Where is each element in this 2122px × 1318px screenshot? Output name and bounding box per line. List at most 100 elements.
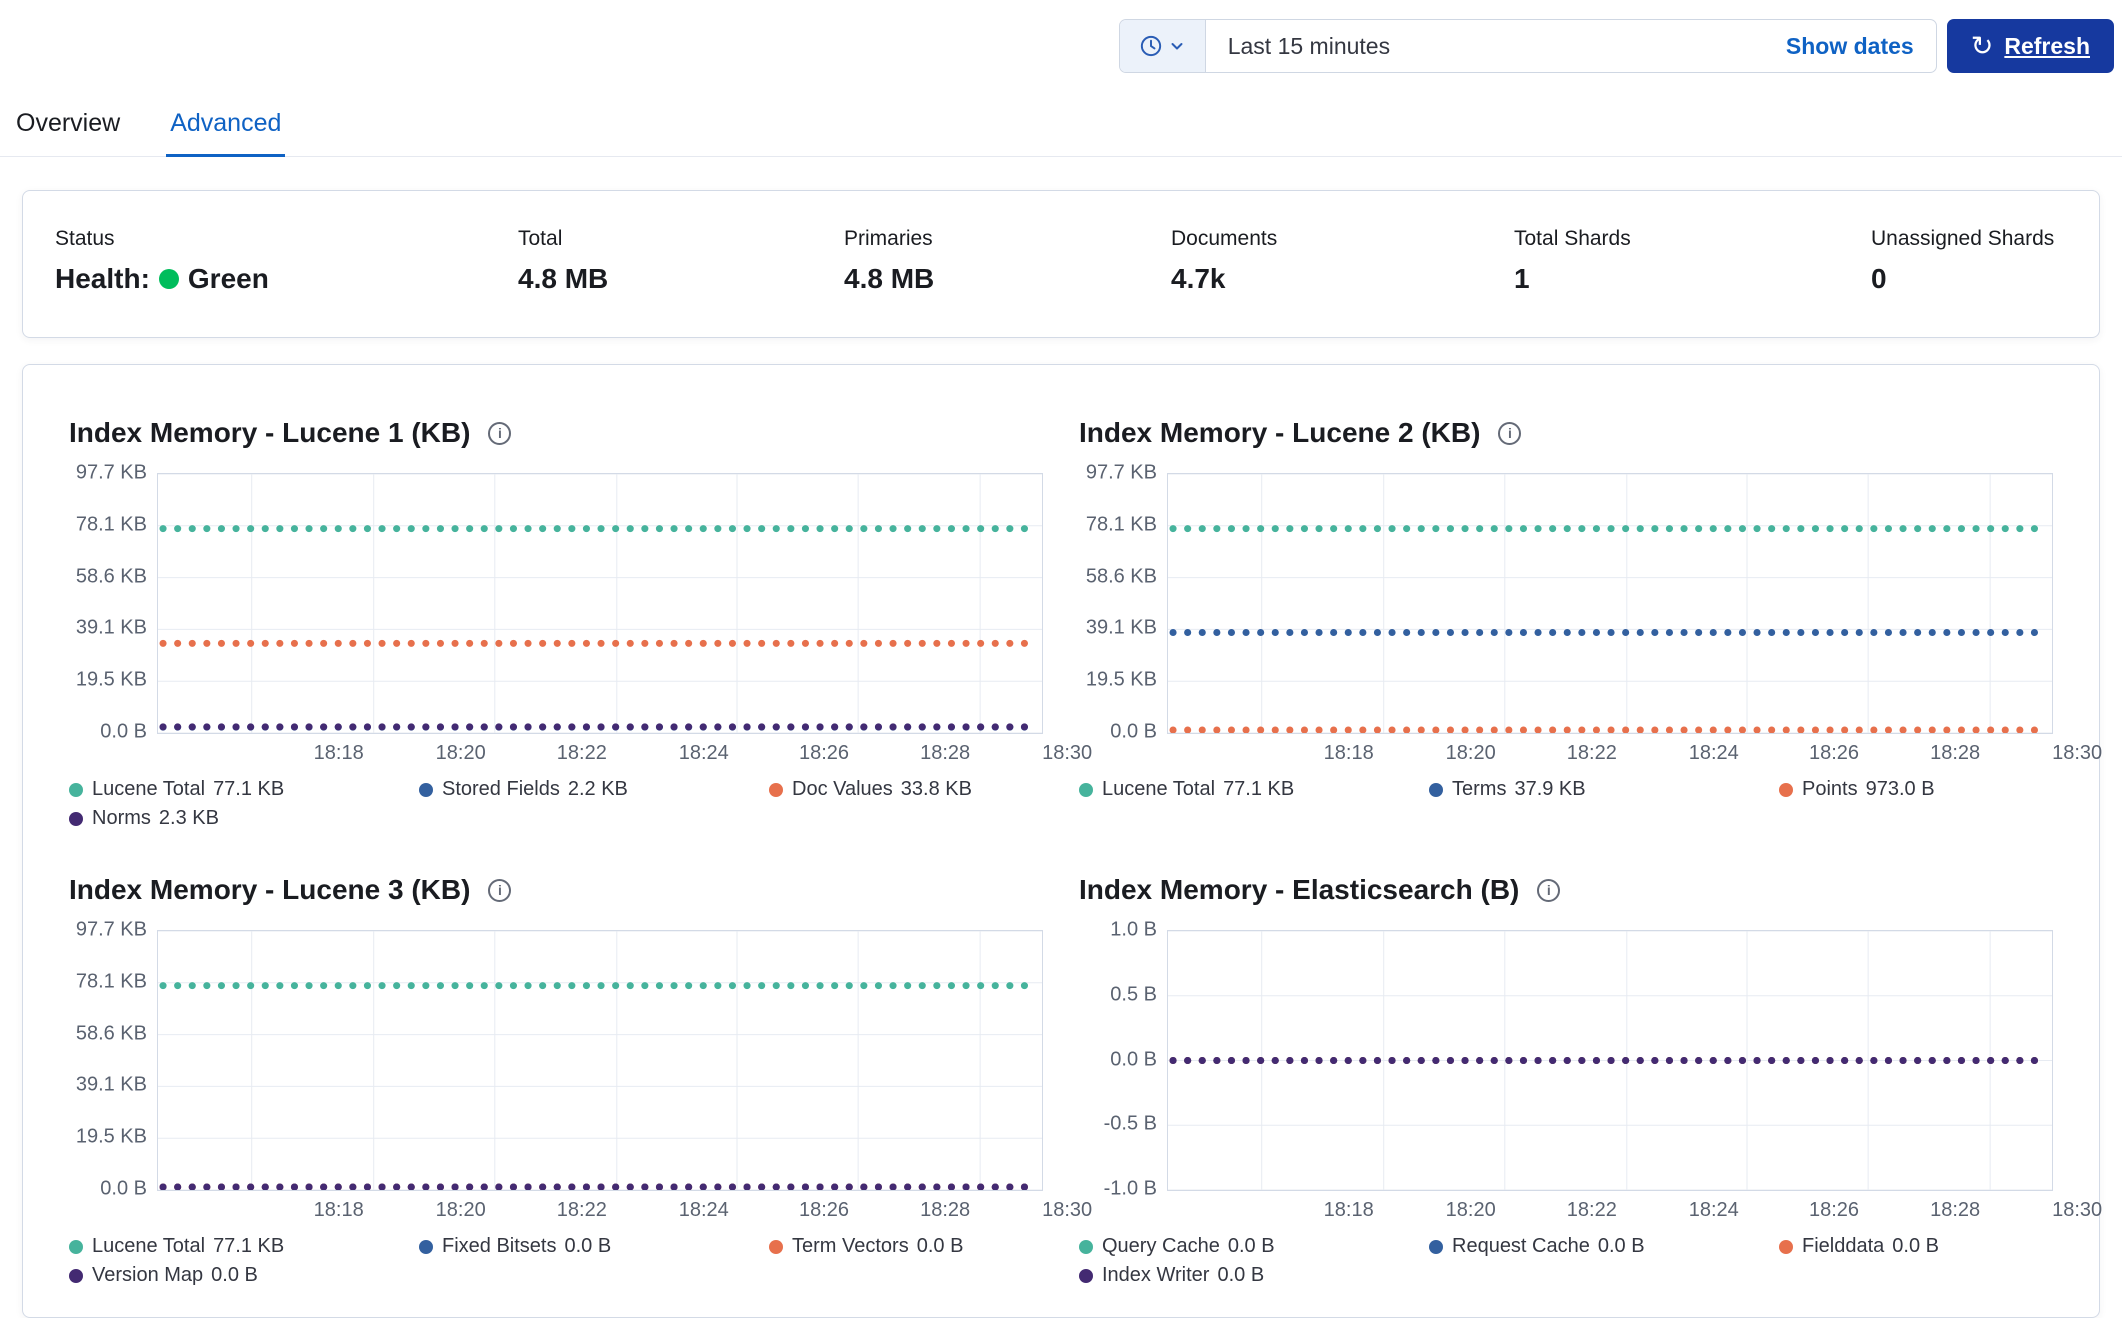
legend-item: Lucene Total 77.1 KB	[69, 778, 419, 801]
legend-series-name: Terms	[1452, 778, 1507, 800]
x-axis-label: 18:24	[1688, 1199, 1739, 1221]
info-icon[interactable]: i	[1498, 421, 1522, 445]
chart-canvas	[1168, 931, 2052, 1190]
chart-index-memory-lucene-3: Index Memory - Lucene 3 (KB) i 97.7 KB 78…	[69, 874, 1092, 1287]
legend-series-value: 0.0 B	[1227, 1235, 1275, 1257]
x-axis-label: 18:18	[313, 742, 364, 764]
legend-series-name: Doc Values	[792, 778, 893, 800]
x-axis-label: 18:22	[556, 1199, 607, 1221]
chart-canvas	[1168, 474, 2052, 733]
legend-item: Term Vectors 0.0 B	[769, 1235, 1043, 1258]
legend-dot	[1079, 782, 1093, 797]
legend-series-value: 77.1 KB	[213, 778, 285, 800]
chart-plot-area	[157, 473, 1043, 734]
x-axis-label: 18:20	[1445, 742, 1496, 764]
x-axis-label: 18:20	[435, 742, 486, 764]
stat-label: Documents	[1171, 227, 1278, 250]
x-axis: 18:18 18:20 18:22 18:24 18:26 18:28 18:30	[1167, 734, 2102, 770]
legend-item: Fixed Bitsets 0.0 B	[419, 1235, 769, 1258]
legend-dot	[1429, 1239, 1443, 1254]
legend-series-value: 77.1 KB	[213, 1235, 285, 1257]
refresh-button-label: Refresh	[2004, 32, 2090, 59]
legend-series-name: Index Writer	[1102, 1264, 1210, 1286]
x-axis-label: 18:28	[920, 1199, 971, 1221]
legend-series-value: 0.0 B	[564, 1235, 612, 1257]
legend-series-value: 2.3 KB	[158, 807, 219, 829]
chart-legend: Query Cache 0.0 B Request Cache 0.0 B Fieldd…	[1079, 1235, 2053, 1287]
legend-item: Points 973.0 B	[1779, 778, 2053, 801]
info-icon[interactable]: i	[488, 421, 512, 445]
chart-index-memory-elasticsearch: Index Memory - Elasticsearch (B) i 1.0 B…	[1079, 874, 2102, 1287]
legend-dot	[69, 782, 83, 797]
chart-canvas	[158, 474, 1042, 733]
stat-label: Primaries	[844, 227, 933, 250]
legend-item: Request Cache 0.0 B	[1429, 1235, 1779, 1258]
legend-item: Query Cache 0.0 B	[1079, 1235, 1429, 1258]
y-axis-label: 58.6 KB	[1085, 565, 1157, 588]
legend-series-value: 973.0 B	[1865, 778, 1935, 800]
stat-status: Status Health: Green	[55, 227, 518, 295]
health-status-dot	[158, 269, 179, 289]
stat-value: 4.7k	[1171, 263, 1226, 294]
y-axis-label: 78.1 KB	[75, 970, 147, 993]
stat-primaries: Primaries 4.8 MB	[844, 227, 1171, 295]
date-range-display[interactable]: Last 15 minutes Show dates	[1206, 20, 1936, 72]
x-axis-label: 18:26	[1808, 1199, 1860, 1221]
time-quick-select-button[interactable]	[1119, 20, 1206, 72]
show-dates-link[interactable]: Show dates	[1786, 33, 1914, 60]
legend-series-name: Term Vectors	[792, 1235, 909, 1257]
legend-item: Lucene Total 77.1 KB	[1079, 778, 1429, 801]
y-axis-label: -0.5 B	[1103, 1112, 1157, 1135]
legend-series-name: Query Cache	[1102, 1235, 1220, 1257]
refresh-button[interactable]: ↻ Refresh	[1946, 19, 2114, 73]
info-icon[interactable]: i	[488, 878, 512, 902]
legend-item: Fielddata 0.0 B	[1779, 1235, 2053, 1258]
x-axis-label: 18:26	[798, 742, 850, 764]
legend-dot	[419, 782, 433, 797]
x-axis-label: 18:24	[1688, 742, 1739, 764]
x-axis: 18:18 18:20 18:22 18:24 18:26 18:28 18:30	[1167, 1191, 2102, 1227]
x-axis-label: 18:28	[1930, 742, 1981, 764]
info-icon[interactable]: i	[1537, 878, 1561, 902]
legend-series-name: Version Map	[92, 1264, 204, 1286]
legend-series-name: Stored Fields	[442, 778, 560, 800]
legend-dot	[419, 1239, 433, 1254]
legend-series-value: 37.9 KB	[1514, 778, 1586, 800]
stat-total-shards: Total Shards 1	[1514, 227, 1871, 295]
x-axis-label: 18:28	[920, 742, 971, 764]
legend-item: Lucene Total 77.1 KB	[69, 1235, 419, 1258]
legend-series-name: Fixed Bitsets	[442, 1235, 557, 1257]
tab-advanced[interactable]: Advanced	[166, 103, 286, 157]
legend-item: Terms 37.9 KB	[1429, 778, 1779, 801]
y-axis-label: 0.5 B	[1110, 983, 1157, 1006]
x-axis-label: 18:26	[1808, 742, 1860, 764]
stat-label: Status	[55, 227, 115, 250]
chart-title: Index Memory - Lucene 2 (KB)	[1079, 417, 1481, 448]
legend-series-value: 2.2 KB	[567, 778, 628, 800]
x-axis-label: 18:24	[678, 742, 729, 764]
legend-dot	[69, 1268, 83, 1283]
legend-item: Norms 2.3 KB	[69, 807, 419, 830]
y-axis-label: 19.5 KB	[1085, 668, 1157, 691]
y-axis-label: 0.0 B	[100, 1177, 147, 1200]
x-axis-label: 18:18	[1323, 1199, 1374, 1221]
chart-plot-area	[157, 930, 1043, 1191]
y-axis-label: 19.5 KB	[75, 1125, 147, 1148]
y-axis-label: 39.1 KB	[1085, 616, 1157, 639]
y-axis-label: 19.5 KB	[75, 668, 147, 691]
y-axis-label: 1.0 B	[1110, 918, 1157, 941]
x-axis: 18:18 18:20 18:22 18:24 18:26 18:28 18:30	[157, 1191, 1092, 1227]
time-range-label[interactable]: Last 15 minutes	[1228, 33, 1390, 60]
x-axis-label: 18:30	[2052, 1199, 2103, 1221]
stat-value: 4.8 MB	[844, 263, 935, 294]
x-axis-label: 18:26	[798, 1199, 850, 1221]
legend-series-value: 77.1 KB	[1223, 778, 1295, 800]
clock-icon	[1140, 35, 1161, 57]
chart-title: Index Memory - Elasticsearch (B)	[1079, 874, 1520, 905]
tab-overview[interactable]: Overview	[12, 103, 124, 156]
legend-dot	[69, 811, 83, 826]
x-axis-label: 18:20	[435, 1199, 486, 1221]
stat-label: Total Shards	[1514, 227, 1631, 250]
y-axis: 97.7 KB 78.1 KB 58.6 KB 39.1 KB 19.5 KB 0.0 B	[69, 919, 157, 1200]
x-axis-label: 18:28	[1930, 1199, 1981, 1221]
